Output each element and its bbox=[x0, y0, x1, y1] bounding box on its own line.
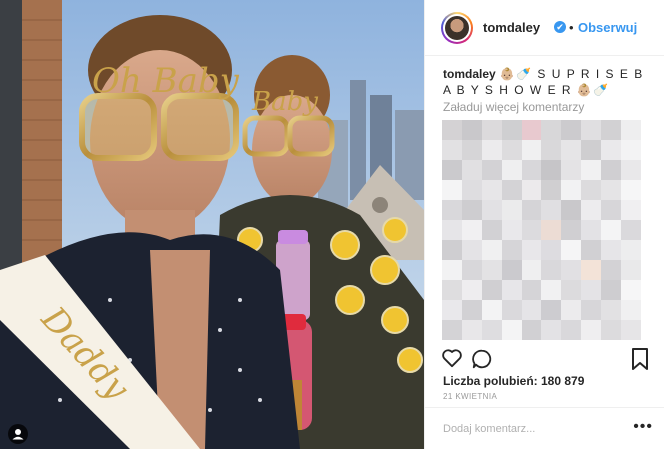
heart-icon[interactable] bbox=[441, 348, 463, 368]
post-actions bbox=[441, 346, 649, 372]
post-photo[interactable]: Baby Oh Baby Daddy bbox=[0, 0, 424, 449]
blurred-comments bbox=[442, 120, 641, 340]
more-options-icon[interactable]: ••• bbox=[633, 418, 653, 436]
photo-illustration: Baby Oh Baby Daddy bbox=[0, 0, 424, 449]
post-sidebar: tomdaley ✔ • Obserwuj tomdaley 👶🏼🍼 S U P … bbox=[424, 0, 664, 449]
instagram-post: Baby Oh Baby Daddy tomdaley ✔ • Obserwuj… bbox=[0, 0, 664, 449]
add-comment-bar: Dodaj komentarz... ••• bbox=[425, 407, 664, 449]
avatar[interactable] bbox=[441, 12, 473, 44]
glasses-right-text: Baby bbox=[251, 87, 318, 117]
post-date[interactable]: 21 kwietnia bbox=[443, 392, 497, 401]
load-more-comments[interactable]: Załaduj więcej komentarzy bbox=[443, 100, 584, 114]
caption: tomdaley 👶🏼🍼 S U P R I S E B A B Y S H O … bbox=[443, 66, 653, 98]
follow-button[interactable]: Obserwuj bbox=[578, 20, 637, 35]
user-tag-icon[interactable] bbox=[8, 424, 28, 444]
likes-count[interactable]: Liczba polubień: 180 879 bbox=[443, 374, 584, 388]
post-header: tomdaley ✔ • Obserwuj bbox=[425, 0, 664, 56]
add-comment-input[interactable]: Dodaj komentarz... bbox=[443, 423, 535, 435]
username-link[interactable]: tomdaley bbox=[483, 20, 540, 35]
bookmark-icon[interactable] bbox=[631, 348, 649, 370]
verified-badge-icon: ✔ bbox=[554, 21, 566, 33]
separator-dot: • bbox=[569, 20, 574, 35]
glasses-left-text: Oh Baby bbox=[92, 61, 240, 101]
caption-username[interactable]: tomdaley bbox=[443, 67, 496, 81]
comment-icon[interactable] bbox=[471, 348, 493, 370]
